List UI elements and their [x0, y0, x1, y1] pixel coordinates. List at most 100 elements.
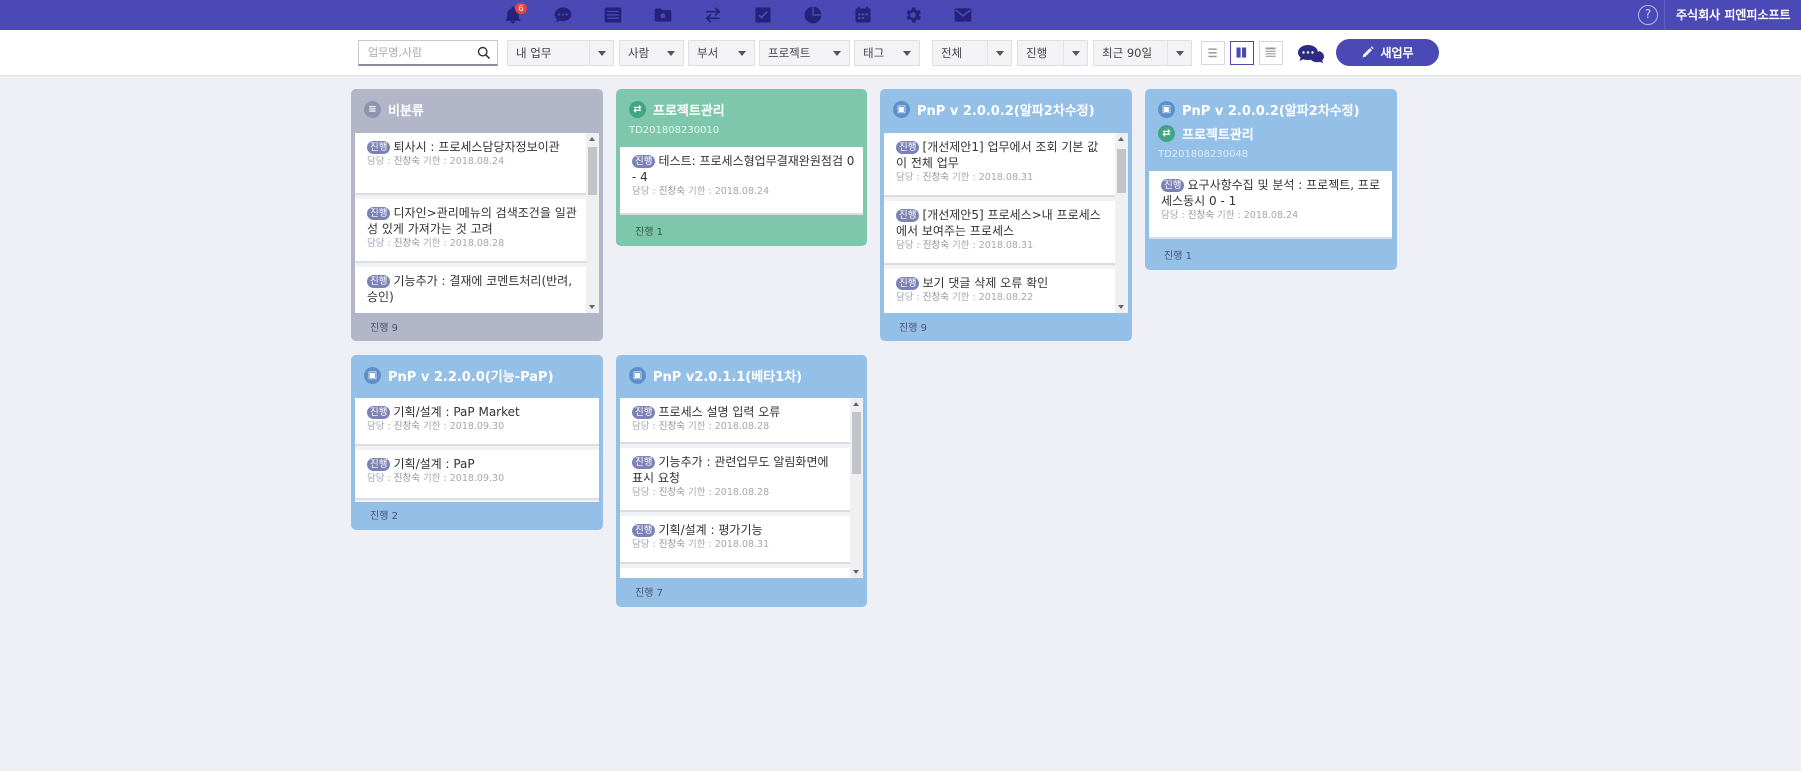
company-name[interactable]: 주식회사 피엔피소프트 — [1676, 0, 1791, 30]
status-tag: 진행 — [632, 456, 656, 469]
task-card[interactable]: 진행 프로세스 설명 입력 오류 담당 : 진창숙 기한 : 2018.08.28 — [620, 398, 850, 444]
folder-icon: ▣ — [893, 100, 910, 118]
board-header[interactable]: ▣ PnP v 2.0.0.2(알파2차수정) — [1158, 99, 1360, 119]
gear-icon[interactable] — [888, 0, 938, 30]
folder-icon[interactable] — [638, 0, 688, 30]
mail-icon[interactable] — [938, 0, 988, 30]
transfer-icon[interactable] — [688, 0, 738, 30]
task-card[interactable]: 진행 [개선제안1] 업무에서 조회 기본 값이 전체 업무 담당 : 진창숙 기… — [884, 133, 1115, 197]
task-card[interactable]: 진행 보기 댓글 삭제 오류 확인 담당 : 진창숙 기한 : 2018.08.2… — [884, 269, 1115, 313]
task-meta: 담당 : 진창숙 기한 : 2018.09.30 — [367, 421, 505, 432]
folder-icon: ▣ — [629, 366, 646, 384]
scrollbar[interactable] — [850, 398, 863, 578]
tag-label: 태그 — [863, 46, 885, 60]
scroll-up-icon[interactable] — [1118, 137, 1124, 141]
scrollbar[interactable] — [1115, 133, 1128, 313]
board-title: 프로젝트관리 — [653, 103, 725, 119]
task-title: 테스트: 프로세스형업무결재완원점검 0 - 4 — [632, 154, 855, 184]
table-view-icon — [1265, 47, 1276, 57]
task-card[interactable]: 진행 [개선제안5] 프로세스>내 프로세스에서 보여주는 프로세스 담당 : 진… — [884, 201, 1115, 265]
board-header[interactable]: ▣ PnP v2.0.1.1(베타1차) — [629, 365, 802, 385]
search-box — [358, 40, 498, 66]
task-card[interactable]: 진행 기획/설계 : PaP Market 담당 : 진창숙 기한 : 2018.… — [355, 398, 599, 446]
status-tag: 진행 — [1161, 179, 1185, 192]
status-tag: 진행 — [896, 209, 920, 222]
status-tag: 진행 — [367, 458, 391, 471]
task-card[interactable]: 진행 디자인>관리메뉴의 검색조건을 일관성 있게 가져가는 것 고려 담당 : … — [355, 199, 586, 263]
new-task-button[interactable]: 새업무 — [1336, 39, 1439, 66]
board-pnp-2200: ▣ PnP v 2.2.0.0(기능-PaP) 진행 기획/설계 : PaP Ma… — [351, 355, 603, 530]
task-meta: 담당 : 진창숙 기한 : 2018.08.24 — [632, 186, 770, 197]
board-title: PnP v 2.0.0.2(알파2차수정) — [1182, 103, 1360, 119]
messenger-icon[interactable] — [1296, 43, 1326, 65]
bell-icon[interactable]: 6 — [488, 0, 538, 30]
chevron-down-icon — [1167, 41, 1191, 65]
chevron-down-icon — [1063, 41, 1087, 65]
board-title: PnP v2.0.1.1(베타1차) — [653, 369, 803, 385]
task-card[interactable]: 진행 요구사항수집 및 분석 : 프로젝트, 프로세스동시 0 - 1 담당 : … — [1149, 171, 1392, 239]
board-title: PnP v 2.2.0.0(기능-PaP) — [388, 369, 554, 385]
task-meta: 담당 : 진창숙 기한 : 2018.08.24 — [367, 156, 505, 167]
search-input[interactable] — [359, 41, 469, 64]
scroll-thumb[interactable] — [852, 412, 861, 474]
board-footer-count: 진행 9 — [899, 323, 927, 334]
scroll-down-icon[interactable] — [853, 570, 859, 574]
search-icon[interactable] — [477, 46, 491, 60]
status-dropdown[interactable]: 진행 — [1017, 40, 1088, 66]
my-task-dropdown[interactable]: 내 업무 — [507, 40, 614, 66]
tag-dropdown[interactable]: 태그 — [854, 40, 920, 66]
board-header[interactable]: ▣ PnP v 2.2.0.0(기능-PaP) — [364, 365, 554, 385]
board-header[interactable]: ▣ PnP v 2.0.0.2(알파2차수정) — [893, 99, 1095, 119]
scroll-down-icon[interactable] — [1118, 305, 1124, 309]
board-view-button[interactable] — [1230, 41, 1254, 65]
task-card[interactable]: 진행 기능추가 : 결재에 코멘트처리(반려, 승인) — [355, 267, 586, 313]
pie-chart-icon[interactable] — [788, 0, 838, 30]
board-footer-count: 진행 1 — [1164, 251, 1192, 262]
task-meta: 담당 : 진창숙 기한 : 2018.09.30 — [367, 473, 505, 484]
task-card[interactable] — [620, 568, 850, 578]
person-dropdown[interactable]: 사람 — [619, 40, 684, 66]
status-tag: 진행 — [367, 141, 391, 154]
topbar-divider — [1664, 0, 1665, 30]
chat-icon[interactable] — [538, 0, 588, 30]
project-dropdown[interactable]: 프로젝트 — [759, 40, 850, 66]
checkbox-icon[interactable] — [738, 0, 788, 30]
scroll-up-icon[interactable] — [853, 402, 859, 406]
notification-badge: 6 — [515, 3, 527, 14]
period-label: 최근 90일 — [1102, 46, 1153, 60]
help-icon[interactable]: ? — [1638, 5, 1658, 25]
task-title: 기능추가 : 관련업무도 알림화면에 표시 요청 — [632, 455, 829, 485]
board-pnp-2002-project: ▣ PnP v 2.0.0.2(알파2차수정) ⇄ 프로젝트관리 TD20180… — [1145, 89, 1397, 270]
dept-dropdown[interactable]: 부서 — [688, 40, 755, 66]
scroll-thumb[interactable] — [588, 147, 597, 195]
board-header[interactable]: ≡ 비분류 — [364, 99, 424, 119]
period-dropdown[interactable]: 최근 90일 — [1093, 40, 1192, 66]
task-card[interactable]: 진행 기능추가 : 관련업무도 알림화면에 표시 요청 담당 : 진창숙 기한 :… — [620, 448, 850, 512]
task-meta: 담당 : 진창숙 기한 : 2018.08.28 — [632, 487, 770, 498]
task-card[interactable]: 진행 퇴사시 : 프로세스담당자정보이관 담당 : 진창숙 기한 : 2018.0… — [355, 133, 586, 195]
scroll-down-icon[interactable] — [589, 305, 595, 309]
task-card[interactable]: 진행 기획/설계 : 평가기능 담당 : 진창숙 기한 : 2018.08.31 — [620, 516, 850, 564]
list-view-button[interactable] — [1201, 41, 1225, 65]
board-project-management: ⇄ 프로젝트관리 TD201808230010 진행 테스트: 프로세스형업무결재… — [616, 89, 867, 246]
calendar-icon[interactable] — [838, 0, 888, 30]
board-code: TD201808230010 — [629, 125, 720, 136]
scroll-up-icon[interactable] — [589, 137, 595, 141]
task-card[interactable]: 진행 테스트: 프로세스형업무결재완원점검 0 - 4 담당 : 진창숙 기한 :… — [620, 147, 863, 215]
scope-dropdown[interactable]: 전체 — [932, 40, 1012, 66]
status-tag: 진행 — [367, 275, 391, 288]
folder-icon: ▣ — [364, 366, 381, 384]
card-list: 진행 [개선제안1] 업무에서 조회 기본 값이 전체 업무 담당 : 진창숙 기… — [884, 133, 1128, 313]
transfer-icon: ⇄ — [1158, 124, 1175, 142]
status-tag: 진행 — [632, 406, 656, 419]
scroll-thumb[interactable] — [1117, 149, 1126, 193]
task-card[interactable]: 진행 기획/설계 : PaP 담당 : 진창숙 기한 : 2018.09.30 — [355, 450, 599, 500]
task-title: [개선제안5] 프로세스>내 프로세스에서 보여주는 프로세스 — [896, 208, 1101, 238]
board-pnp-2002: ▣ PnP v 2.0.0.2(알파2차수정) 진행 [개선제안1] 업무에서 조… — [880, 89, 1132, 341]
scrollbar[interactable] — [586, 133, 599, 313]
list-icon[interactable] — [588, 0, 638, 30]
table-view-button[interactable] — [1259, 41, 1283, 65]
board-subheader[interactable]: ⇄ 프로젝트관리 — [1158, 123, 1254, 143]
folder-icon: ▣ — [1158, 100, 1175, 118]
board-header[interactable]: ⇄ 프로젝트관리 — [629, 99, 725, 119]
